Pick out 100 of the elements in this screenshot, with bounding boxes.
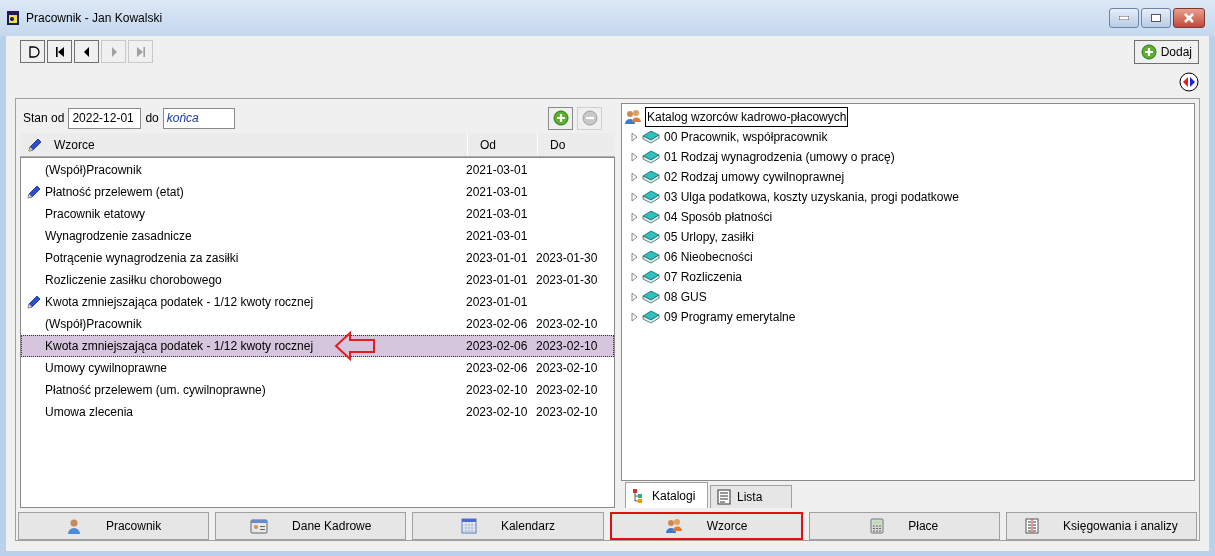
arrow-annotation-icon [334, 331, 376, 361]
table-cell-text: 2023-01-01 [466, 294, 529, 311]
table-cell-text: Płatność przelewem (etat) [45, 184, 184, 201]
table-row[interactable]: Rozliczenie zasiłku chorobowego 2023-01-01 2023-01-30 [21, 269, 614, 291]
expand-icon[interactable] [630, 192, 638, 202]
tree-item[interactable]: 08 GUS [664, 288, 707, 306]
minimize-button[interactable] [1109, 8, 1139, 28]
toggle-icon[interactable] [1179, 72, 1199, 92]
add-row-button[interactable] [548, 106, 573, 130]
tree-item[interactable]: 05 Urlopy, zasiłki [664, 228, 754, 246]
expand-icon[interactable] [630, 232, 638, 242]
date-field[interactable]: 2022-12-01 [68, 107, 142, 129]
book-icon [642, 190, 660, 204]
field-label: Stan od [23, 110, 65, 127]
column-header[interactable]: Od [467, 133, 537, 156]
close-button[interactable] [1173, 8, 1205, 28]
table-cell-text: 2023-01-30 [536, 272, 599, 289]
pencil-icon [27, 136, 43, 153]
table-cell-text: 2023-02-06 [466, 338, 529, 355]
table-row[interactable]: (Współ)Pracownik 2023-02-06 2023-02-10 [21, 313, 614, 335]
column-header[interactable]: Wzorce [50, 135, 467, 154]
table-cell-text: Rozliczenie zasiłku chorobowego [45, 272, 222, 289]
table-row[interactable]: Umowa zlecenia 2023-02-10 2023-02-10 [21, 401, 614, 423]
tab[interactable]: Lista [710, 485, 792, 508]
section-tab[interactable]: Kalendarz [412, 512, 604, 540]
table-cell-text: 2023-01-01 [466, 250, 529, 267]
table-cell-text: 2023-01-30 [536, 250, 599, 267]
ledger-icon [1025, 518, 1040, 534]
expand-icon[interactable] [630, 152, 638, 162]
tree-item[interactable]: 01 Rodzaj wynagrodzenia (umowy o pracę) [664, 148, 895, 166]
table-row[interactable]: Płatność przelewem (etat) 2021-03-01 [21, 181, 614, 203]
book-icon [642, 290, 660, 304]
close-icon [1183, 13, 1195, 23]
table-cell-text: 2021-03-01 [466, 162, 529, 179]
book-icon [642, 130, 660, 144]
table-row[interactable]: Kwota zmniejszająca podatek - 1/12 kwoty rocznej 2023-01-01 [21, 291, 614, 313]
tab[interactable]: Katalogi [625, 482, 708, 508]
section-tab[interactable]: Księgowania i analizy [1005, 512, 1198, 540]
tree-item[interactable]: 07 Rozliczenia [664, 268, 743, 286]
expand-icon[interactable] [630, 252, 638, 262]
maximize-icon [1151, 14, 1161, 22]
expand-icon[interactable] [630, 212, 638, 222]
table-row[interactable]: (Współ)Pracownik 2021-03-01 [21, 159, 614, 181]
column-header[interactable]: Do [537, 133, 607, 156]
expand-icon[interactable] [630, 312, 638, 322]
table-cell-text: 2023-02-10 [536, 338, 599, 355]
table-row[interactable]: Płatność przelewem (um. cywilnoprawne) 2023-02-10 2023-02-10 [21, 379, 614, 401]
book-icon [642, 210, 660, 224]
book-icon [642, 250, 660, 264]
nav-button[interactable] [20, 40, 45, 63]
tree-item[interactable]: 02 Rodzaj umowy cywilnoprawnej [664, 168, 845, 186]
tree-item[interactable]: 06 Nieobecności [664, 248, 753, 266]
table-cell-text: Umowy cywilnoprawne [45, 360, 168, 377]
table-row[interactable]: Umowy cywilnoprawne 2023-02-06 2023-02-10 [21, 357, 614, 379]
id-card-icon [250, 518, 269, 534]
table-cell-text: Wynagrodzenie zasadnicze [45, 228, 192, 245]
plus-icon [1140, 44, 1157, 60]
section-tab[interactable]: Płace [808, 512, 1000, 540]
table-row[interactable]: Wynagrodzenie zasadnicze 2021-03-01 [21, 225, 614, 247]
table-cell-text: 2023-02-10 [536, 382, 599, 399]
table-cell-text: Płatność przelewem (um. cywilnoprawne) [45, 382, 266, 399]
tree-item[interactable]: 00 Pracownik, współpracownik [664, 128, 828, 146]
nav-button[interactable] [74, 40, 99, 63]
section-tab[interactable]: Pracownik [18, 512, 210, 540]
table-cell-text: 2023-02-10 [466, 404, 529, 421]
add-button[interactable]: Dodaj [1133, 40, 1199, 64]
tree-root[interactable]: Katalog wzorców kadrowo-płacowych [645, 107, 849, 127]
table-cell-text: (Współ)Pracownik [45, 316, 142, 333]
expand-icon[interactable] [630, 272, 638, 282]
expand-icon[interactable] [630, 132, 638, 142]
calendar-icon [460, 518, 477, 534]
plus-icon [552, 110, 569, 126]
pencil-icon [25, 294, 42, 310]
minus-icon [581, 110, 598, 126]
table-cell-text: 2023-02-10 [466, 382, 529, 399]
table-cell-text: Kwota zmniejszająca podatek - 1/12 kwoty rocznej [45, 338, 314, 355]
date-field[interactable]: końca [162, 107, 235, 129]
section-tab[interactable]: Wzorce [609, 512, 803, 540]
nav-button[interactable] [47, 40, 72, 63]
table-row[interactable]: Pracownik etatowy 2021-03-01 [21, 203, 614, 225]
book-icon [642, 170, 660, 184]
person-icon [65, 518, 82, 534]
table-row[interactable]: Potrącenie wynagrodzenia za zasiłki 2023-01-01 2023-01-30 [21, 247, 614, 269]
table-cell-text: 2023-02-10 [536, 316, 599, 333]
table-cell-text: 2023-02-06 [466, 360, 529, 377]
book-icon [642, 310, 660, 324]
table-cell-text: Potrącenie wynagrodzenia za zasiłki [45, 250, 239, 267]
expand-icon[interactable] [630, 172, 638, 182]
expand-icon[interactable] [630, 292, 638, 302]
tree-item[interactable]: 09 Programy emerytalne [664, 308, 796, 326]
section-tab[interactable]: Dane Kadrowe [215, 512, 407, 540]
table-cell-text: 2021-03-01 [466, 206, 529, 223]
table-cell-text: 2023-02-06 [466, 316, 529, 333]
table-cell-text: Umowa zlecenia [45, 404, 134, 421]
list-icon [717, 489, 731, 505]
maximize-button[interactable] [1141, 8, 1171, 28]
app-icon [6, 10, 20, 26]
tree-item[interactable]: 04 Sposób płatności [664, 208, 773, 226]
table-cell-text: Pracownik etatowy [45, 206, 146, 223]
tree-item[interactable]: 03 Ulga podatkowa, koszty uzyskania, progi podatkowe [664, 188, 959, 206]
